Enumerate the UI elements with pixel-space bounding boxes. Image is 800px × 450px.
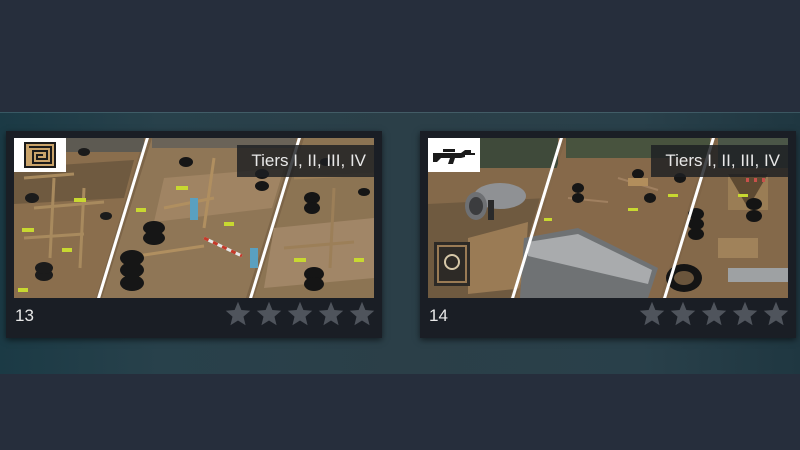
level-type-icon (428, 138, 480, 172)
level-thumbnail: Tiers I, II, III, IV (14, 138, 374, 298)
level-card-14[interactable]: Tiers I, II, III, IV 14 (420, 131, 796, 338)
level-select-screen: Tiers I, II, III, IV 13 Tiers I, II, III… (0, 0, 800, 450)
level-thumbnail: Tiers I, II, III, IV (428, 138, 788, 298)
star-empty-icon (763, 301, 789, 326)
tier-badge: Tiers I, II, III, IV (237, 145, 374, 177)
level-type-icon (14, 138, 66, 172)
star-empty-icon (225, 301, 251, 326)
maze-icon (24, 142, 56, 168)
star-empty-icon (256, 301, 282, 326)
star-empty-icon (701, 301, 727, 326)
star-empty-icon (287, 301, 313, 326)
star-empty-icon (670, 301, 696, 326)
rifle-icon (433, 149, 475, 164)
star-empty-icon (349, 301, 375, 326)
star-rating (638, 300, 790, 328)
star-empty-icon (732, 301, 758, 326)
star-empty-icon (318, 301, 344, 326)
level-number: 13 (15, 306, 34, 325)
tier-badge: Tiers I, II, III, IV (651, 145, 788, 177)
star-empty-icon (639, 301, 665, 326)
level-card-13[interactable]: Tiers I, II, III, IV 13 (6, 131, 382, 338)
level-number: 14 (429, 306, 448, 325)
star-rating (224, 300, 376, 328)
